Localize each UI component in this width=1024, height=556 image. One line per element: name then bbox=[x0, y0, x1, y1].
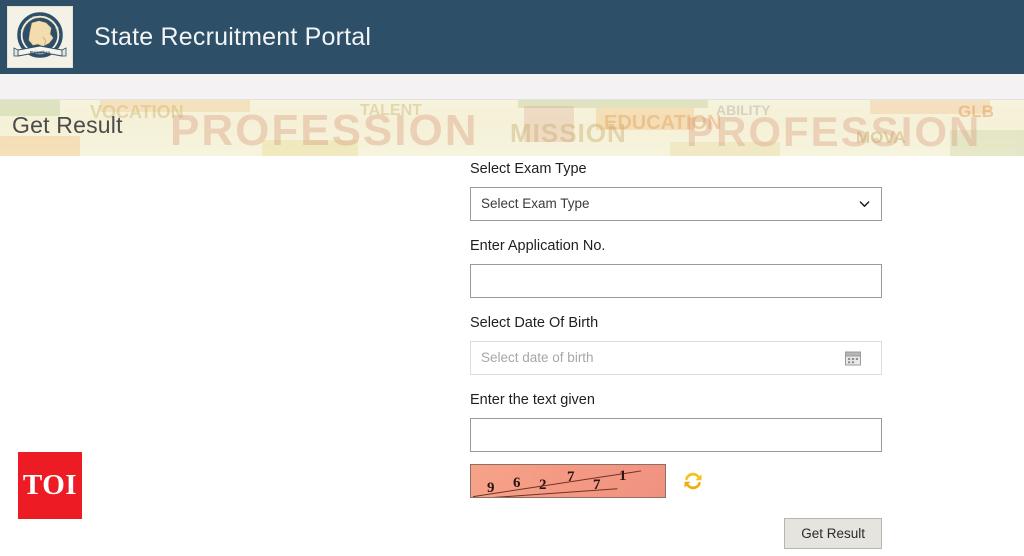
get-result-form: Select Exam Type Select Exam Type Enter … bbox=[470, 161, 883, 549]
page-root: Rajasthan Board of Recruitment · Govt St… bbox=[0, 0, 1024, 556]
field-date-of-birth: Select Date Of Birth Select date of birt… bbox=[470, 314, 883, 375]
calendar-icon[interactable] bbox=[845, 350, 861, 366]
captcha-digit: 9 bbox=[487, 479, 495, 496]
captcha-text-label: Enter the text given bbox=[470, 391, 595, 408]
site-header: Rajasthan Board of Recruitment · Govt St… bbox=[0, 0, 1024, 74]
banner-title: Get Result bbox=[12, 112, 123, 138]
banner-word: MOVA bbox=[856, 128, 906, 147]
date-of-birth-placeholder: Select date of birth bbox=[481, 350, 594, 366]
captcha-digit: 7 bbox=[593, 476, 601, 493]
date-of-birth-input[interactable]: Select date of birth bbox=[470, 340, 882, 375]
banner-word: PROFESSION bbox=[170, 106, 479, 155]
exam-type-select[interactable]: Select Exam Type bbox=[470, 186, 882, 221]
captcha-digit: 1 bbox=[619, 467, 627, 484]
state-emblem-icon: Rajasthan Board of Recruitment · Govt bbox=[13, 12, 67, 58]
field-application-no: Enter Application No. bbox=[470, 237, 883, 298]
captcha-text-input[interactable] bbox=[470, 417, 882, 452]
banner-texture: VOCATION TALENT PROFESSION MISSION EDUCA… bbox=[0, 100, 1024, 156]
submit-row: Get Result bbox=[470, 517, 882, 549]
refresh-icon bbox=[684, 472, 702, 490]
svg-text:Rajasthan: Rajasthan bbox=[30, 50, 50, 55]
banner-word: GLB bbox=[958, 102, 994, 121]
exam-type-selected-value: Select Exam Type bbox=[481, 196, 590, 212]
field-exam-type: Select Exam Type Select Exam Type bbox=[470, 161, 883, 221]
exam-type-label: Select Exam Type bbox=[470, 161, 587, 177]
banner-word: PROFESSION bbox=[686, 108, 982, 155]
captcha-digit: 7 bbox=[567, 468, 575, 485]
toi-watermark-logo: TOI bbox=[18, 452, 82, 519]
date-of-birth-label: Select Date Of Birth bbox=[470, 314, 599, 331]
page-banner: VOCATION TALENT PROFESSION MISSION EDUCA… bbox=[0, 100, 1024, 156]
chevron-down-icon bbox=[859, 201, 870, 207]
get-result-button[interactable]: Get Result bbox=[784, 517, 882, 549]
application-no-input[interactable] bbox=[470, 263, 882, 298]
header-divider-strip bbox=[0, 74, 1024, 100]
toi-watermark-label: TOI bbox=[22, 469, 78, 501]
page-title: State Recruitment Portal bbox=[94, 22, 372, 51]
field-captcha-text: Enter the text given bbox=[470, 391, 883, 452]
application-no-label: Enter Application No. bbox=[470, 237, 606, 254]
captcha-image: 9 6 2 7 7 1 bbox=[470, 463, 666, 498]
captcha-digit: 6 bbox=[513, 474, 521, 491]
captcha-digit: 2 bbox=[539, 476, 547, 493]
captcha-refresh-button[interactable] bbox=[680, 468, 706, 494]
state-emblem-logo: Rajasthan Board of Recruitment · Govt bbox=[7, 6, 73, 68]
captcha-row: 9 6 2 7 7 1 bbox=[470, 463, 883, 498]
